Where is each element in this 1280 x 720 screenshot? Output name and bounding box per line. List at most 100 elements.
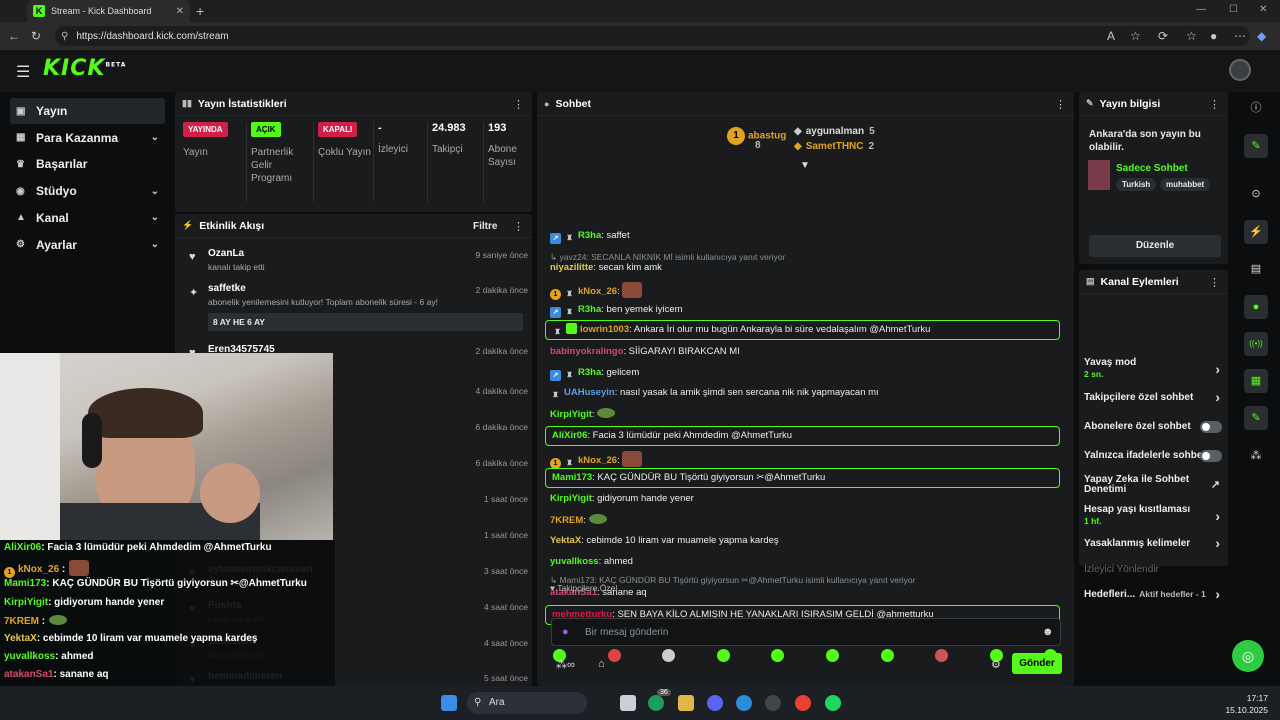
chevron-down-icon[interactable]: ⌄ <box>151 239 159 250</box>
leaderboard-entry[interactable]: ◆ SametTHNC 2 <box>794 141 874 152</box>
chevron-down-icon[interactable]: ⌄ <box>151 186 159 197</box>
start-icon[interactable] <box>441 695 457 711</box>
whatsapp-icon[interactable] <box>648 695 664 711</box>
emoji-icon[interactable]: ☻ <box>1042 626 1054 638</box>
document-icon[interactable]: ▤ <box>1244 257 1268 281</box>
close-window-icon[interactable]: ✕ <box>1259 4 1267 15</box>
profile-icon[interactable]: ● <box>1210 29 1217 43</box>
emote-pick-icon[interactable] <box>826 649 839 662</box>
maximize-icon[interactable]: ☐ <box>1229 4 1238 15</box>
layout-icon[interactable]: ▦ <box>1244 369 1268 393</box>
discord-icon[interactable] <box>707 695 723 711</box>
task-view-icon[interactable] <box>620 695 636 711</box>
emote-pick-icon[interactable] <box>880 649 894 662</box>
channel-action-3[interactable]: Yalnızca ifadelerle sohbet <box>1084 450 1224 462</box>
chevron-right-icon[interactable]: › <box>1215 361 1220 377</box>
chat-message[interactable]: niyazilitte: secan kim amk <box>550 262 1065 273</box>
chat-username[interactable]: R3ha <box>578 367 601 378</box>
chevron-right-icon[interactable]: › <box>1215 586 1220 602</box>
obs-icon[interactable] <box>765 695 781 711</box>
edge-icon[interactable] <box>736 695 752 711</box>
chat-message[interactable]: YektaX: cebimde 10 liram var muamele yap… <box>550 535 1065 546</box>
chat-message[interactable]: KirpiYigit: gidiyorum hande yener <box>550 493 1065 504</box>
chat-message[interactable]: KirpiYigit: <box>550 408 1065 420</box>
chat-username[interactable]: UAHuseyin <box>564 387 615 398</box>
chat-users-icon[interactable]: ⁂∞ <box>556 658 575 671</box>
activity-filter-button[interactable]: Filtre <box>473 221 497 232</box>
channel-action-6[interactable]: Yasaklanmış kelimeler › <box>1084 535 1224 551</box>
wrench-icon[interactable]: ✎ <box>1244 406 1268 430</box>
info-icon[interactable]: ⓘ <box>1244 96 1268 120</box>
chevron-down-icon[interactable]: ⌄ <box>151 212 159 223</box>
sidebar-item-3[interactable]: ◉ Stüdyo ⌄ <box>10 178 165 204</box>
chat-username[interactable]: Mami173 <box>552 472 592 483</box>
chat-username[interactable]: R3ha <box>578 304 601 315</box>
external-link-icon[interactable]: ↗ <box>1211 478 1220 491</box>
chat-message[interactable]: ↗ ♜ R3ha: gelicem <box>550 367 1065 381</box>
chat-message[interactable]: yuvallkoss: ahmed <box>550 556 1065 567</box>
chat-username[interactable]: 7KREM <box>550 515 583 526</box>
chrome-icon[interactable] <box>795 695 811 711</box>
send-button[interactable]: Gönder <box>1012 653 1062 674</box>
channel-action-2[interactable]: Abonelere özel sohbet <box>1084 421 1224 433</box>
support-fab[interactable]: ◎ <box>1232 640 1264 672</box>
stream-info-menu-icon[interactable]: ⋮ <box>1209 98 1220 111</box>
chevron-right-icon[interactable]: › <box>1215 389 1220 405</box>
chat-username[interactable]: KirpiYigit <box>550 493 592 504</box>
taskbar-search[interactable]: Ara <box>467 692 587 714</box>
apps-icon[interactable]: ⁂ <box>1244 444 1268 468</box>
spotify-icon[interactable] <box>825 695 841 711</box>
pinned-collapse-icon[interactable]: ▼ <box>800 160 810 171</box>
chat-message[interactable]: ♜ lowrin1003: Ankara İri olur mu bugün An… <box>545 320 1060 340</box>
favorite-star-icon[interactable]: ☆ <box>1130 29 1141 43</box>
chat-username[interactable]: kNox_26 <box>578 455 617 466</box>
channel-action-0[interactable]: Yavaş mod 2 sn. › <box>1084 357 1224 379</box>
activity-menu-icon[interactable]: ⋮ <box>513 220 524 233</box>
emote-pick-icon[interactable] <box>607 649 621 662</box>
sidebar-item-4[interactable]: ▲ Kanal ⌄ <box>10 205 165 231</box>
toggle-switch[interactable] <box>1200 450 1222 462</box>
leaderboard-entry[interactable]: ◆ aygunalman 5 <box>794 126 875 137</box>
chevron-down-icon[interactable]: ⌄ <box>151 132 159 143</box>
sidebar-item-0[interactable]: ▣ Yayın <box>10 98 165 124</box>
chat-message[interactable]: 1 ♜ kNox_26: <box>550 282 1065 300</box>
chat-username[interactable]: AliXir06 <box>552 430 587 441</box>
emote-pick-icon[interactable] <box>716 649 730 662</box>
edit-stream-button[interactable]: Düzenle <box>1089 235 1221 257</box>
chat-username[interactable]: kNox_26 <box>578 286 617 297</box>
chat-username[interactable]: YektaX <box>550 535 581 546</box>
close-tab-icon[interactable]: ✕ <box>176 6 184 17</box>
chevron-right-icon[interactable]: › <box>1215 535 1220 551</box>
chat-message[interactable]: ↗ ♜ R3ha: saffet <box>550 230 1065 244</box>
chat-message[interactable]: babinyokralingo: SİİGARAYI BIRAKCAN MI <box>550 346 1065 357</box>
copilot-icon[interactable]: ◆ <box>1257 29 1266 43</box>
chat-message[interactable]: Mami173: KAÇ GÜNDÜR BU Tişörtü giyiyorsu… <box>545 468 1060 488</box>
sidebar-item-2[interactable]: ♛ Başarılar <box>10 151 165 177</box>
category-link[interactable]: Sadece Sohbet <box>1116 163 1188 174</box>
minimize-icon[interactable]: — <box>1196 4 1206 15</box>
chat-message[interactable]: ↗ ♜ R3ha: ben yemek iyicem <box>550 304 1065 318</box>
chat-input[interactable]: ● Bir mesaj gönderin ☻ <box>551 618 1061 646</box>
chat-username[interactable]: KirpiYigit <box>550 409 592 420</box>
pencil-icon[interactable]: ✎ <box>1244 134 1268 158</box>
user-avatar[interactable] <box>1229 59 1251 81</box>
channel-action-1[interactable]: Takipçilere özel sohbet › <box>1084 389 1224 405</box>
tag-turkish[interactable]: Turkish <box>1116 178 1157 191</box>
more-icon[interactable]: ⋯ <box>1234 29 1246 43</box>
chat-username[interactable]: lowrin1003 <box>580 324 629 335</box>
extensions-icon[interactable]: ⟳ <box>1158 29 1168 43</box>
chat-settings-icon[interactable]: ⚙ <box>991 658 1001 671</box>
stats-menu-icon[interactable]: ⋮ <box>513 98 524 111</box>
site-info-icon[interactable]: ⚲ <box>61 31 68 42</box>
reload-icon[interactable]: ↻ <box>31 29 41 43</box>
chat-message[interactable]: 1 ♜ kNox_26: <box>550 451 1065 469</box>
channel-action-4[interactable]: Yapay Zeka ile Sohbet Denetimi ↗ <box>1084 475 1224 495</box>
chat-username[interactable]: R3ha <box>578 230 601 241</box>
channel-action-5[interactable]: Hesap yaşı kısıtlaması 1 hf. › <box>1084 504 1224 526</box>
sidebar-item-1[interactable]: ▦ Para Kazanma ⌄ <box>10 125 165 151</box>
sidebar-item-5[interactable]: ⚙ Ayarlar ⌄ <box>10 232 165 258</box>
chat-message[interactable]: 7KREM: <box>550 514 1065 526</box>
channel-action-8[interactable]: Hedefleri... Aktif hedefler - 1 › <box>1084 586 1224 602</box>
collections-icon[interactable]: ☆ <box>1186 29 1197 43</box>
tag-muhabbet[interactable]: muhabbet <box>1160 178 1211 191</box>
